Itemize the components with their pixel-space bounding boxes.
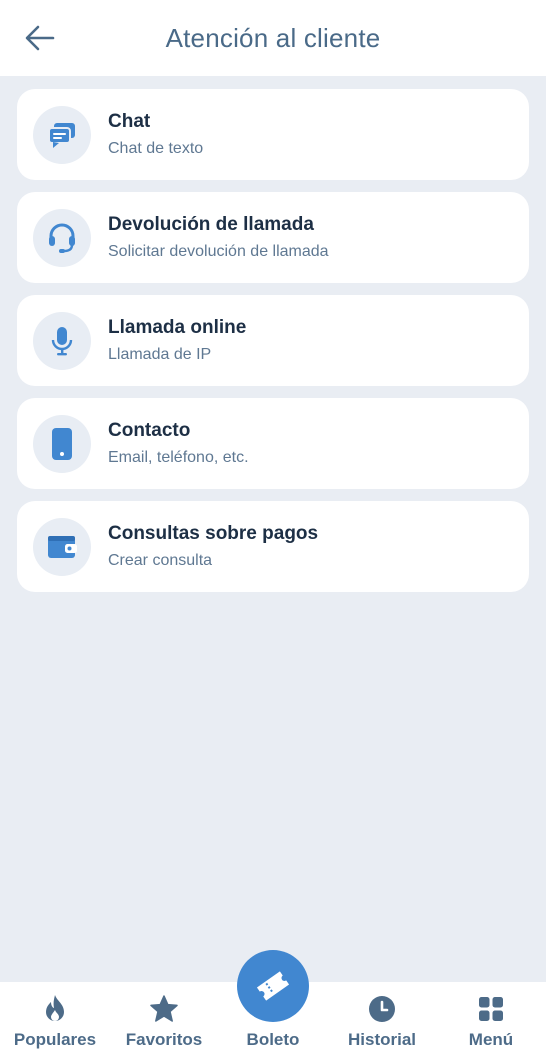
clock-icon: [369, 996, 395, 1022]
ticket-icon: [256, 971, 290, 1001]
option-chat[interactable]: Chat Chat de texto: [17, 89, 529, 180]
nav-label: Historial: [347, 1030, 417, 1049]
nav-label: Populares: [13, 1030, 97, 1049]
top-bar: Atención al cliente: [0, 0, 546, 76]
option-icon-circle: [33, 414, 91, 473]
option-subtitle: Crear consulta: [108, 551, 213, 569]
option-icon-circle: [33, 208, 91, 267]
option-title: Chat: [108, 110, 151, 132]
grid-icon: [479, 997, 503, 1021]
option-subtitle: Solicitar devolución de llamada: [108, 242, 329, 260]
option-subtitle: Llamada de IP: [108, 345, 212, 363]
nav-favoritos[interactable]: Favoritos: [109, 982, 219, 1061]
nav-label: Favoritos: [125, 1030, 203, 1049]
nav-label: Menú: [468, 1030, 514, 1049]
microphone-icon: [51, 326, 73, 355]
option-title: Devolución de llamada: [108, 213, 314, 235]
nav-populares[interactable]: Populares: [0, 982, 110, 1061]
headset-icon: [49, 223, 75, 253]
option-icon-circle: [33, 105, 91, 164]
flame-icon: [46, 995, 64, 1021]
option-title: Contacto: [108, 419, 191, 441]
option-title: Consultas sobre pagos: [108, 522, 319, 544]
back-button[interactable]: [22, 20, 58, 56]
nav-historial[interactable]: Historial: [327, 982, 437, 1061]
option-subtitle: Chat de texto: [108, 139, 204, 157]
option-title: Llamada online: [108, 316, 247, 338]
option-subtitle: Email, teléfono, etc.: [108, 448, 249, 466]
support-options-list: Chat Chat de texto Devolución de llamada…: [17, 89, 529, 604]
option-icon-circle: [33, 311, 91, 370]
nav-boleto-button[interactable]: [237, 950, 309, 1022]
page-title: Atención al cliente: [165, 22, 381, 53]
option-icon-circle: [33, 517, 91, 576]
option-callback[interactable]: Devolución de llamada Solicitar devoluci…: [17, 192, 529, 283]
wallet-icon: [48, 535, 77, 558]
option-online-call[interactable]: Llamada online Llamada de IP: [17, 295, 529, 386]
arrow-left-icon: [25, 25, 55, 51]
nav-menu[interactable]: Menú: [436, 982, 546, 1061]
phone-icon: [52, 427, 72, 460]
nav-boleto-label: Boleto: [246, 1030, 300, 1049]
option-payments[interactable]: Consultas sobre pagos Crear consulta: [17, 501, 529, 592]
option-contact[interactable]: Contacto Email, teléfono, etc.: [17, 398, 529, 489]
chat-bubbles-icon: [48, 122, 75, 148]
app-screen: Atención al cliente Chat Chat de texto D…: [0, 0, 546, 1061]
star-icon: [150, 995, 178, 1022]
